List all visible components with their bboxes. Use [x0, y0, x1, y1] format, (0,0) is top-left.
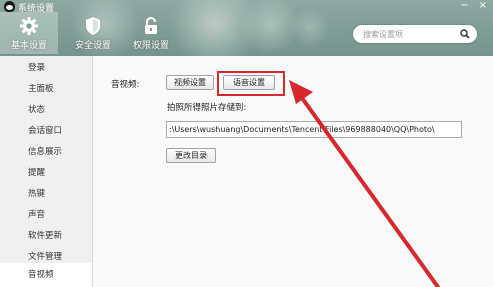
- header-banner: 系统设置 − × 基本设置 安全设置 权限设置 搜索设置项: [0, 0, 493, 56]
- shield-icon: [84, 16, 102, 39]
- sidebar-item-hotkeys[interactable]: 热键: [0, 184, 92, 205]
- highlight-box: [217, 71, 285, 96]
- photo-save-path-label: 拍照所得照片存储到:: [167, 103, 247, 113]
- search-icon[interactable]: [460, 29, 470, 42]
- qq-penguin-icon: [4, 1, 15, 12]
- close-button[interactable]: ×: [479, 0, 487, 11]
- sidebar-item-main-panel[interactable]: 主面板: [0, 79, 92, 100]
- tab-label: 安全设置: [74, 41, 111, 51]
- lock-icon: [142, 16, 160, 39]
- sidebar-item-reminder[interactable]: 提醒: [0, 163, 92, 184]
- minimize-button[interactable]: −: [460, 0, 468, 11]
- search-box: [353, 25, 477, 43]
- sidebar-item-info-display[interactable]: 信息展示: [0, 142, 92, 163]
- gear-icon: [19, 16, 39, 39]
- tab-basic-settings[interactable]: 基本设置: [0, 12, 58, 54]
- sidebar-item-software-update[interactable]: 软件更新: [0, 226, 92, 247]
- sidebar: 登录 主面板 状态 会话窗口 信息展示 提醒 热键 声音 软件更新 文件管理 音…: [0, 56, 93, 287]
- sidebar-item-audio-video[interactable]: 音视频: [0, 263, 92, 287]
- sidebar-item-chat-window[interactable]: 会话窗口: [0, 121, 92, 142]
- banner-decoration: [290, 8, 330, 48]
- search-input[interactable]: [363, 27, 459, 41]
- sidebar-item-status[interactable]: 状态: [0, 100, 92, 121]
- tab-security-settings[interactable]: 安全设置: [64, 12, 122, 54]
- video-settings-button[interactable]: 视频设置: [166, 75, 214, 90]
- tab-label: 基本设置: [10, 41, 47, 51]
- tab-label: 权限设置: [132, 41, 169, 51]
- section-label: 音视频:: [111, 80, 140, 90]
- settings-content: 音视频: 视频设置 语音设置 拍照所得照片存储到: 更改目录: [93, 56, 493, 287]
- sidebar-item-sound[interactable]: 声音: [0, 205, 92, 226]
- window-controls: − ×: [460, 0, 487, 11]
- photo-save-path-field[interactable]: [166, 121, 462, 138]
- change-directory-button[interactable]: 更改目录: [166, 148, 216, 163]
- tab-permission-settings[interactable]: 权限设置: [122, 12, 180, 54]
- sidebar-item-login[interactable]: 登录: [0, 58, 92, 79]
